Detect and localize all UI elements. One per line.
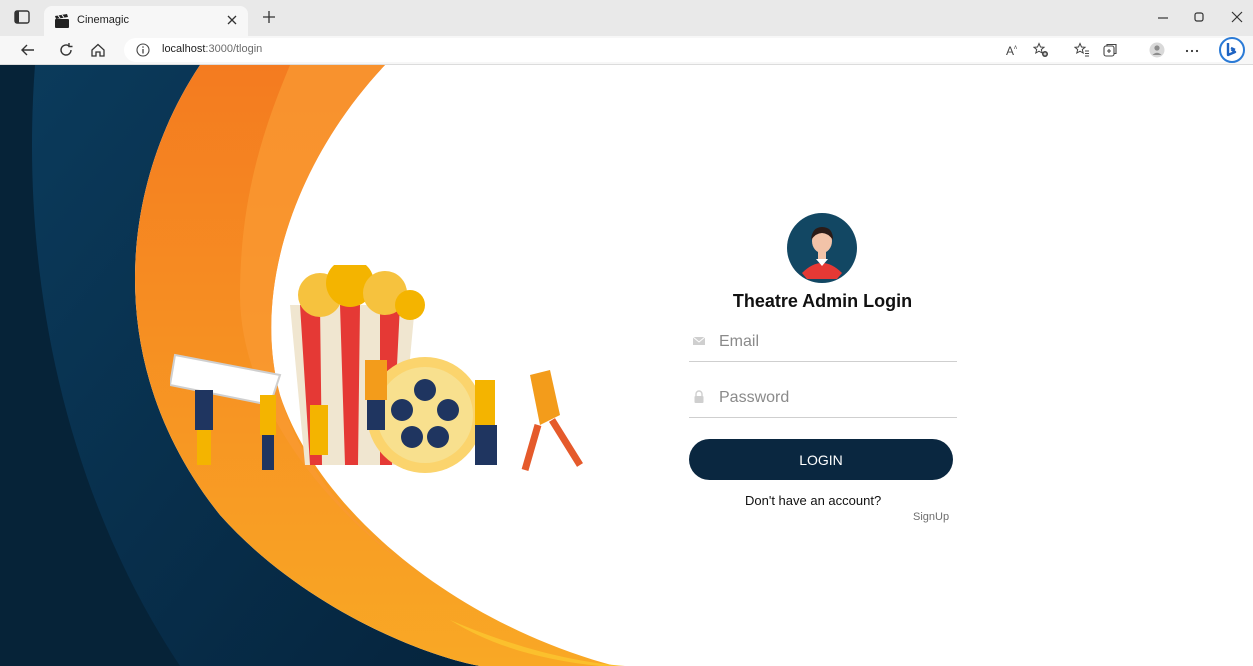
password-input[interactable] (717, 385, 951, 411)
favorites-icon[interactable] (1074, 42, 1090, 58)
minimize-icon[interactable] (1156, 10, 1170, 24)
lock-icon (694, 390, 704, 403)
refresh-icon[interactable] (58, 42, 74, 58)
more-icon[interactable] (1184, 42, 1200, 58)
user-avatar-icon (787, 213, 857, 283)
cinema-illustration (170, 265, 583, 473)
close-icon[interactable] (224, 12, 240, 28)
page-viewport: Theatre Admin Login LOGIN Don't have an … (0, 65, 1253, 666)
login-button[interactable]: LOGIN (689, 439, 953, 480)
read-aloud-icon[interactable]: A ʌ (1005, 42, 1021, 58)
login-form: Theatre Admin Login LOGIN Don't have an … (685, 213, 960, 533)
collections-icon[interactable] (1102, 42, 1118, 58)
page-title: Theatre Admin Login (732, 291, 913, 311)
clapperboard-icon (55, 14, 69, 28)
address-bar: localhost:3000/tlogin A ʌ (0, 36, 1253, 65)
email-input[interactable] (717, 329, 951, 355)
tab-actions-icon[interactable] (14, 10, 30, 24)
back-arrow-icon[interactable] (20, 42, 36, 58)
home-icon[interactable] (90, 42, 106, 58)
window-close-icon[interactable] (1230, 10, 1244, 24)
url-text: localhost:3000/tlogin (162, 43, 263, 55)
password-field-wrapper (689, 379, 957, 418)
svg-text:A: A (1006, 44, 1014, 58)
envelope-icon (692, 336, 706, 345)
tab-title: Cinemagic (77, 14, 129, 26)
svg-text:ʌ: ʌ (1014, 45, 1017, 51)
profile-icon[interactable] (1149, 42, 1165, 58)
info-icon[interactable] (136, 43, 150, 57)
tab-bar: Cinemagic (0, 0, 1253, 36)
no-account-text: Don't have an account? (745, 493, 882, 508)
browser-tab[interactable]: Cinemagic (44, 6, 248, 36)
signup-link[interactable]: SignUp (913, 511, 949, 523)
add-favorite-icon[interactable] (1033, 42, 1049, 58)
plus-icon[interactable] (262, 10, 276, 24)
email-field-wrapper (689, 323, 957, 362)
restore-icon[interactable] (1192, 10, 1206, 24)
bing-icon[interactable] (1219, 37, 1245, 63)
